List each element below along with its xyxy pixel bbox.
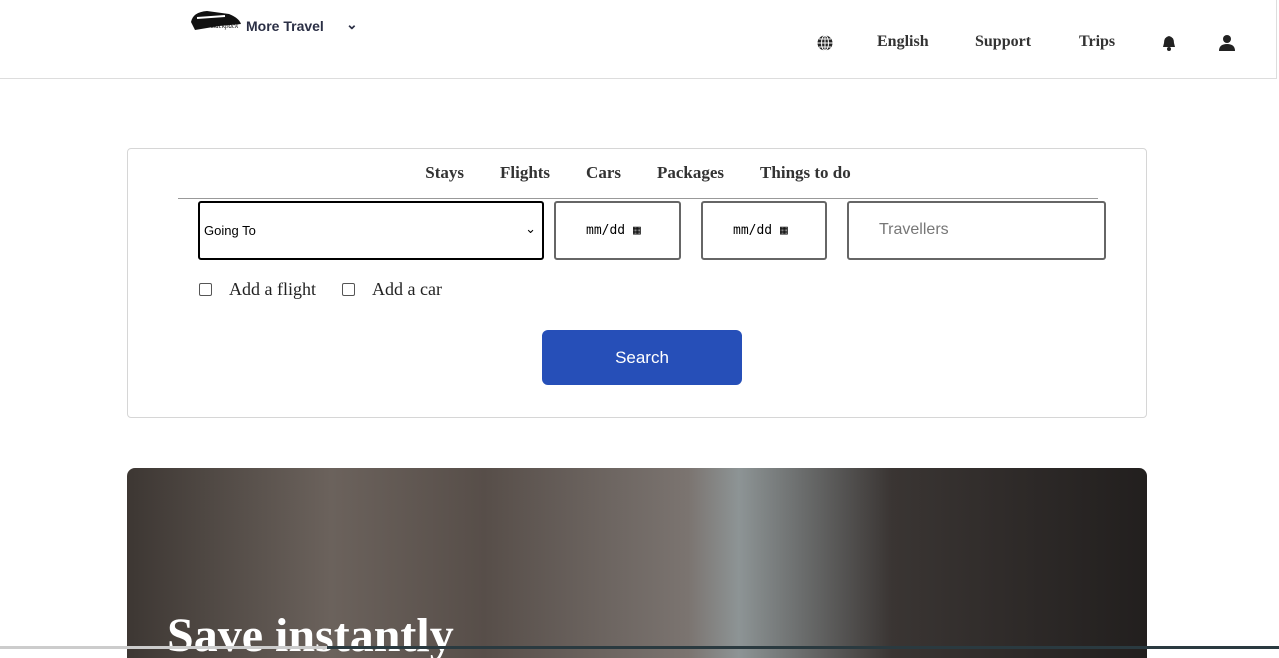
tab-stays[interactable]: Stays (425, 163, 464, 183)
nav-support[interactable]: Support (975, 33, 1031, 51)
hero-banner: Save instantly (127, 468, 1147, 658)
tab-cars[interactable]: Cars (586, 163, 621, 183)
add-car-checkbox[interactable] (342, 283, 355, 296)
search-button[interactable]: Search (542, 330, 742, 385)
header: Backpack More Travel ⌄ English Support T… (0, 0, 1277, 79)
calendar-icon[interactable]: ▦ (633, 223, 641, 238)
nav-english[interactable]: English (877, 33, 929, 51)
bell-icon[interactable] (1160, 34, 1178, 52)
tab-flights[interactable]: Flights (500, 163, 550, 183)
svg-text:Backpack: Backpack (211, 22, 239, 30)
brand-name[interactable]: More Travel (246, 18, 324, 34)
checkout-date-input[interactable]: mm/dd ▦ (701, 201, 827, 260)
travellers-input[interactable]: Travellers (847, 201, 1106, 260)
add-flight-label[interactable]: Add a flight (229, 279, 316, 300)
add-car-label[interactable]: Add a car (372, 279, 442, 300)
date-placeholder: mm/dd (733, 223, 773, 238)
globe-icon[interactable] (816, 34, 834, 52)
going-to-value: Going To (204, 223, 256, 238)
search-tabs: Stays Flights Cars Packages Things to do (178, 163, 1098, 199)
chevron-down-icon: ⌄ (525, 221, 536, 236)
tab-things-to-do[interactable]: Things to do (760, 163, 851, 183)
hero-title: Save instantly (167, 609, 454, 658)
chevron-down-icon[interactable]: ⌄ (346, 16, 358, 33)
tab-packages[interactable]: Packages (657, 163, 724, 183)
date-placeholder: mm/dd (586, 223, 626, 238)
logo[interactable]: Backpack (189, 8, 243, 34)
search-card: Stays Flights Cars Packages Things to do Goi… (127, 148, 1147, 418)
checkin-date-input[interactable]: mm/dd ▦ (554, 201, 681, 260)
add-flight-checkbox[interactable] (199, 283, 212, 296)
going-to-select[interactable]: Going To ⌄ (198, 201, 544, 260)
calendar-icon[interactable]: ▦ (780, 223, 788, 238)
nav-trips[interactable]: Trips (1079, 33, 1115, 51)
user-icon[interactable] (1218, 34, 1236, 52)
